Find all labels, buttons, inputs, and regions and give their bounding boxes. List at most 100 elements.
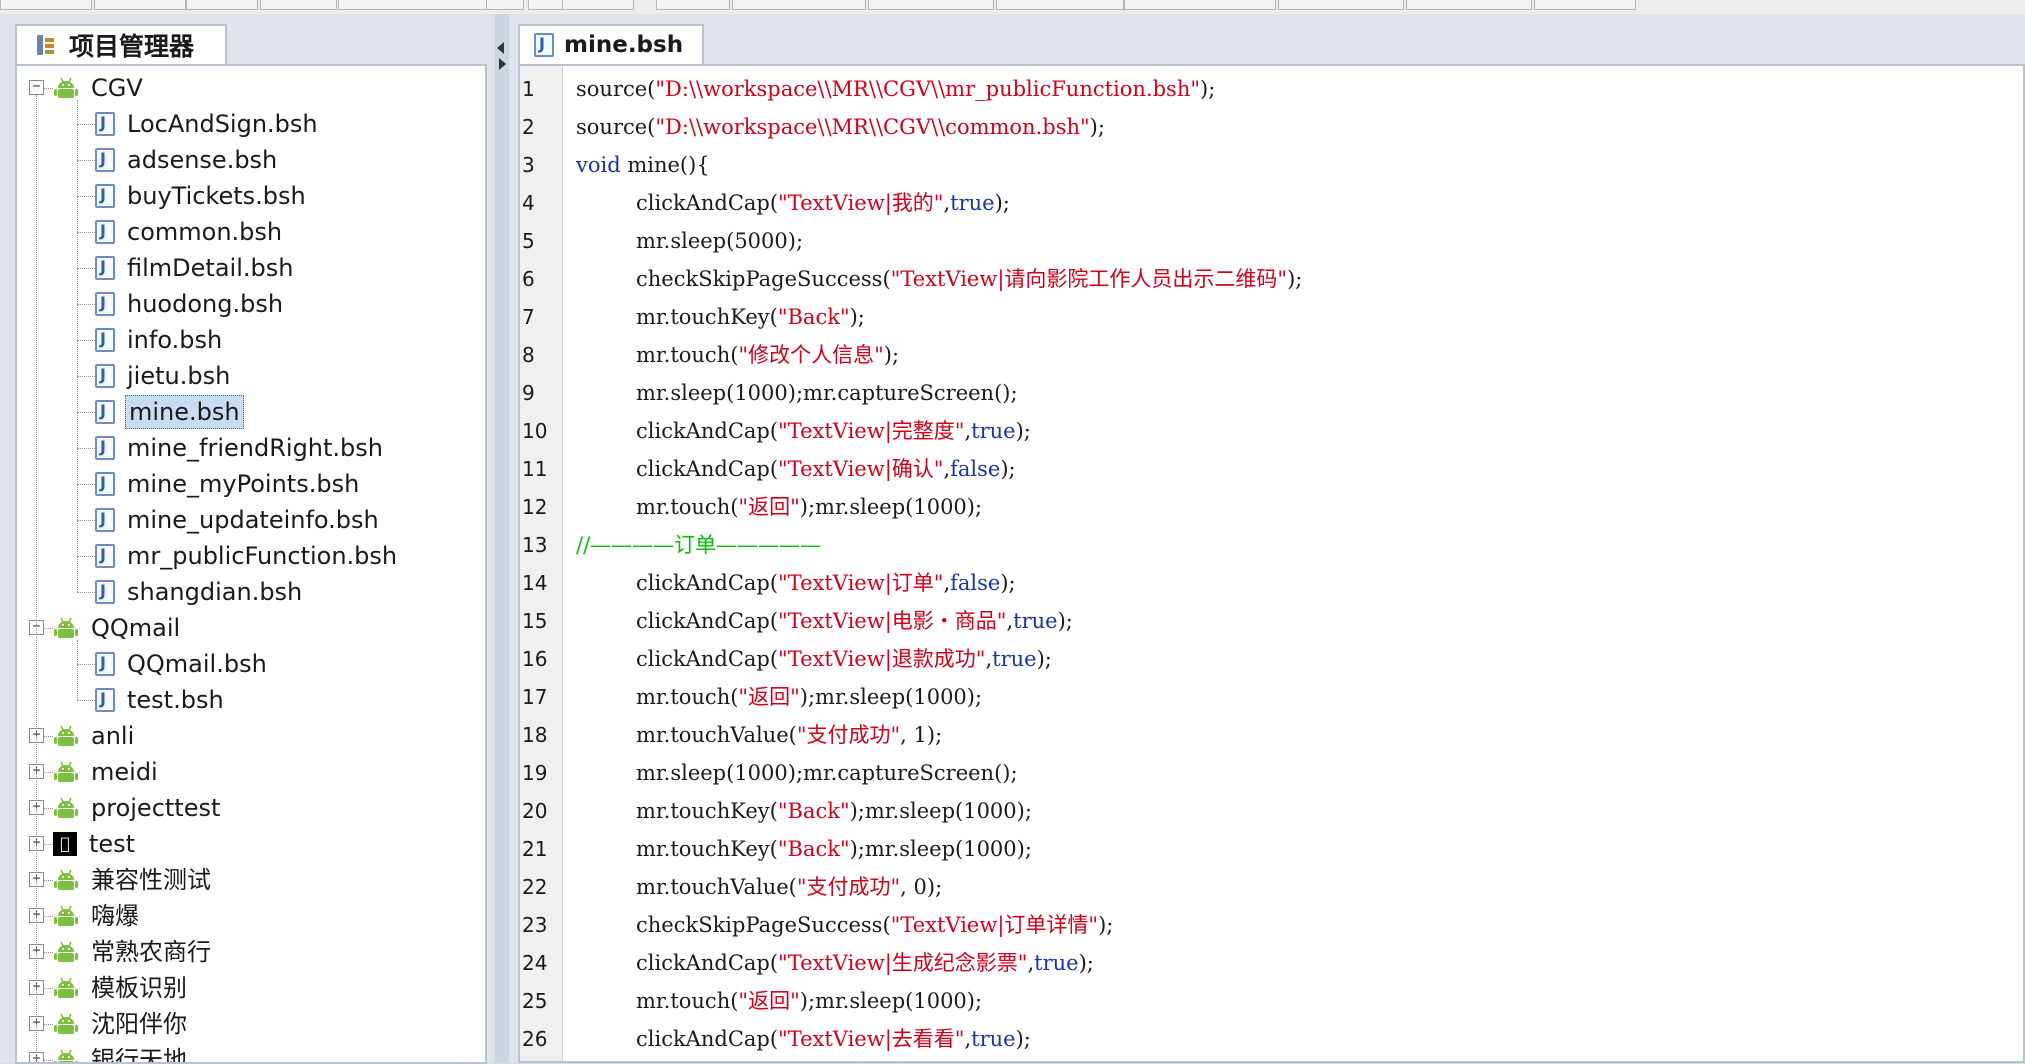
tree-file-node[interactable]: mine_myPoints.bsh — [95, 466, 361, 502]
toolbar-slot[interactable] — [94, 0, 186, 10]
tree-file-node[interactable]: QQmail.bsh — [95, 646, 269, 682]
code-token: mr. — [636, 761, 671, 785]
code-line[interactable]: 22 mr.touchValue("支付成功", 0); — [520, 868, 2023, 906]
tree-file-node[interactable]: filmDetail.bsh — [95, 250, 295, 286]
code-line[interactable]: 16 clickAndCap("TextView|退款成功",true); — [520, 640, 2023, 678]
toolbar-slot[interactable] — [1406, 0, 1532, 10]
tree-file-node[interactable]: mine_updateinfo.bsh — [95, 502, 381, 538]
code-line[interactable]: 21 mr.touchKey("Back");mr.sleep(1000); — [520, 830, 2023, 868]
code-line[interactable]: 3 void mine(){ — [520, 146, 2023, 184]
tree-file-node[interactable]: shangdian.bsh — [95, 574, 304, 610]
tree-project-node[interactable]: 兼容性测试 — [53, 862, 213, 898]
tree-project-node[interactable]: CGV — [53, 70, 145, 106]
toolbar-slot[interactable] — [260, 0, 337, 10]
code-line[interactable]: 25 mr.touch("返回");mr.sleep(1000); — [520, 982, 2023, 1020]
line-number: 20 — [522, 799, 548, 823]
code-line[interactable]: 15 clickAndCap("TextView|电影・商品",true); — [520, 602, 2023, 640]
code-token: source( — [576, 77, 656, 101]
code-line[interactable]: 18 mr.touchValue("支付成功", 1); — [520, 716, 2023, 754]
collapse-left-arrow-icon[interactable] — [497, 42, 504, 54]
code-line[interactable]: 10 clickAndCap("TextView|完整度",true); — [520, 412, 2023, 450]
tree-file-node[interactable]: common.bsh — [95, 214, 284, 250]
code-line[interactable]: 2 source("D:\\workspace\\MR\\CGV\\common.… — [520, 108, 2023, 146]
toolbar-slot[interactable] — [186, 0, 258, 10]
tree-file-node[interactable]: buyTickets.bsh — [95, 178, 308, 214]
tree-project-node[interactable]: meidi — [53, 754, 160, 790]
tree-file-node[interactable]: huodong.bsh — [95, 286, 285, 322]
tree-file-node[interactable]: LocAndSign.bsh — [95, 106, 320, 142]
code-token: touchKey( — [670, 305, 778, 329]
tree-file-node[interactable]: info.bsh — [95, 322, 224, 358]
code-token: ); — [1015, 419, 1031, 443]
toolbar-slot[interactable] — [338, 0, 488, 10]
line-number: 4 — [522, 191, 535, 215]
tree-project-node[interactable]: 嗨爆 — [53, 898, 141, 934]
code-line[interactable]: 24 clickAndCap("TextView|生成纪念影票",true); — [520, 944, 2023, 982]
toolbar-slot[interactable] — [1124, 0, 1276, 10]
tree-project-node[interactable]: QQmail — [53, 610, 182, 646]
toolbar-slot[interactable] — [1534, 0, 1636, 10]
editor-tab-mine-bsh[interactable]: mine.bsh — [518, 24, 704, 64]
tree-node-label: info.bsh — [127, 326, 223, 354]
tree-file-node[interactable]: mine_friendRight.bsh — [95, 430, 385, 466]
toolbar-slot[interactable] — [656, 0, 730, 10]
code-token: ); — [849, 799, 865, 823]
code-text: mr.touchValue("支付成功", 0); — [576, 868, 942, 906]
tree-connector — [36, 95, 37, 1062]
code-line[interactable]: 9 mr.sleep(1000);mr.captureScreen(); — [520, 374, 2023, 412]
code-line[interactable]: 6 checkSkipPageSuccess("TextView|请向影院工作人员… — [520, 260, 2023, 298]
tree-project-node[interactable]:  test — [53, 826, 137, 862]
tree-file-node[interactable]: mr_publicFunction.bsh — [95, 538, 399, 574]
tree-connector — [44, 988, 53, 989]
code-line[interactable]: 12 mr.touch("返回");mr.sleep(1000); — [520, 488, 2023, 526]
tree-node-label: anli — [91, 722, 135, 750]
project-manager-tab[interactable]: 项目管理器 — [15, 24, 227, 64]
code-line[interactable]: 5 mr.sleep(5000); — [520, 222, 2023, 260]
code-token: "返回" — [738, 685, 800, 709]
tree-project-node[interactable]: 常熟农商行 — [53, 934, 213, 970]
code-line[interactable]: 11 clickAndCap("TextView|确认",false); — [520, 450, 2023, 488]
tree-project-node[interactable]: projecttest — [53, 790, 222, 826]
code-line[interactable]: 7 mr.touchKey("Back"); — [520, 298, 2023, 336]
code-line[interactable]: 20 mr.touchKey("Back");mr.sleep(1000); — [520, 792, 2023, 830]
code-token: mr. — [636, 343, 671, 367]
toolbar-slot[interactable] — [732, 0, 866, 10]
code-line[interactable]: 19 mr.sleep(1000);mr.captureScreen(); — [520, 754, 2023, 792]
code-line[interactable]: 17 mr.touch("返回");mr.sleep(1000); — [520, 678, 2023, 716]
tree-node-label: mr_publicFunction.bsh — [127, 542, 398, 570]
tree-connector — [77, 376, 95, 377]
tree-project-node[interactable]: anli — [53, 718, 136, 754]
toolbar-slot[interactable] — [868, 0, 994, 10]
toolbar-slot[interactable] — [562, 0, 634, 10]
tree-connector — [44, 736, 53, 737]
toolbar-slot[interactable] — [486, 0, 524, 10]
expand-right-arrow-icon[interactable] — [499, 58, 506, 70]
code-token: mr. — [636, 381, 671, 405]
code-editor[interactable]: 1 source("D:\\workspace\\MR\\CGV\\mr_publ… — [518, 64, 2025, 1063]
bsh-file-icon — [95, 220, 115, 244]
code-text: mr.touchKey("Back");mr.sleep(1000); — [576, 830, 1032, 868]
pane-splitter[interactable] — [495, 14, 509, 1063]
tree-file-node[interactable]: adsense.bsh — [95, 142, 279, 178]
code-token: "TextView|完整度" — [778, 419, 965, 443]
code-token: mr. — [636, 305, 671, 329]
tree-project-node[interactable]: 模板识别 — [53, 970, 189, 1006]
code-line[interactable]: 8 mr.touch("修改个人信息"); — [520, 336, 2023, 374]
toolbar-slot[interactable] — [0, 0, 92, 10]
toolbar-slot[interactable] — [996, 0, 1124, 10]
code-line[interactable]: 14 clickAndCap("TextView|订单",false); — [520, 564, 2023, 602]
code-line[interactable]: 4 clickAndCap("TextView|我的",true); — [520, 184, 2023, 222]
tree-file-node[interactable]: test.bsh — [95, 682, 226, 718]
code-line[interactable]: 26 clickAndCap("TextView|去看看",true); — [520, 1020, 2023, 1058]
tree-file-node[interactable]: jietu.bsh — [95, 358, 232, 394]
code-token: checkSkipPageSuccess( — [636, 913, 891, 937]
code-line[interactable]: 13 //————订单————— — [520, 526, 2023, 564]
code-line[interactable]: 23 checkSkipPageSuccess("TextView|订单详情"); — [520, 906, 2023, 944]
collapse-node-icon[interactable]: − — [29, 80, 44, 95]
tree-project-node[interactable]: 银行天地 — [53, 1042, 189, 1062]
code-line[interactable]: 1 source("D:\\workspace\\MR\\CGV\\mr_publ… — [520, 70, 2023, 108]
toolbar-slot[interactable] — [1278, 0, 1404, 10]
tree-project-node[interactable]: 沈阳伴你 — [53, 1006, 189, 1042]
code-token: sleep(1000); — [849, 685, 983, 709]
tree-file-node[interactable]: mine.bsh — [95, 394, 244, 430]
